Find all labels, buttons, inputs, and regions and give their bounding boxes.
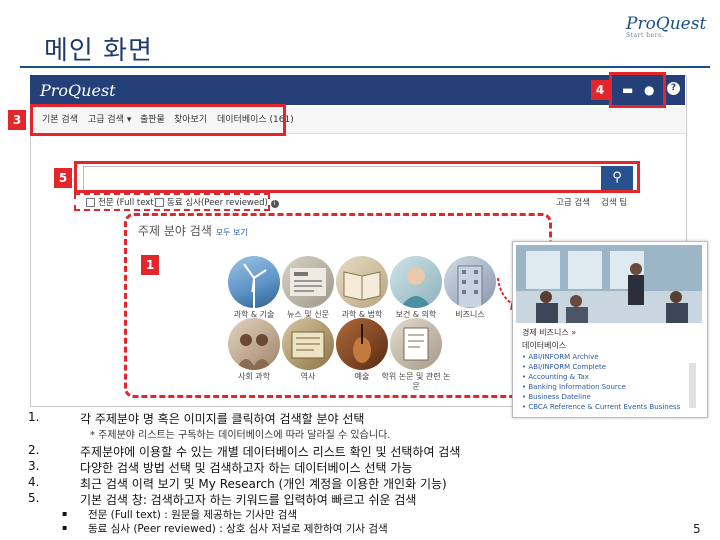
- bullet-icon: ▪: [62, 509, 68, 518]
- popup-scrollbar[interactable]: [689, 363, 696, 408]
- callout-number-5: 5: [54, 168, 72, 188]
- callout-box-4: [609, 72, 666, 108]
- app-topbar: [30, 75, 685, 105]
- help-icon[interactable]: ?: [667, 82, 680, 95]
- bullet-text: 동료 심사 (Peer reviewed) : 상호 심사 저널로 제한하여 기…: [88, 523, 388, 535]
- note-text: 다양한 검색 방법 선택 및 검색하고자 하는 데이터베이스 선택 가능: [80, 461, 413, 475]
- callout-box-3: [30, 104, 286, 136]
- popup-db-item[interactable]: • CBCA Reference & Current Events Busine…: [522, 403, 687, 411]
- callout-box-1: [124, 213, 552, 398]
- callout-number-1: 1: [141, 255, 159, 275]
- note-text: 각 주제분야 명 혹은 이미지를 클릭하여 검색할 분야 선택: [80, 412, 365, 426]
- note-subtext: * 주제분야 리스트는 구독하는 데이터베이스에 따라 달라질 수 있습니다.: [90, 430, 391, 441]
- title-rule: [20, 66, 710, 68]
- note-text: 주제분야에 이용할 수 있는 개별 데이터베이스 리스트 확인 및 선택하여 검…: [80, 445, 461, 459]
- proquest-logo: ProQuest Start here.: [626, 14, 706, 39]
- popup-db-item[interactable]: • Business Dateline: [522, 393, 591, 401]
- popup-db-item-label: Accounting & Tax: [528, 373, 589, 381]
- note-number: 2.: [28, 443, 40, 457]
- popup-db-item-label: ABI/INFORM Archive: [528, 353, 599, 361]
- info-icon[interactable]: i: [270, 200, 279, 208]
- bullet-icon: ▪: [62, 523, 68, 532]
- slide-title: 메인 화면: [44, 36, 153, 66]
- note-number: 3.: [28, 459, 40, 473]
- page-number: 5: [693, 522, 701, 536]
- popup-db-item-label: ABI/INFORM Complete: [528, 363, 607, 371]
- callout-number-4: 4: [591, 80, 609, 100]
- popup-title[interactable]: 경제 비즈니스 »: [522, 327, 576, 338]
- popup-db-item-label: CBCA Reference & Current Events Business: [528, 403, 681, 411]
- app-logo[interactable]: ProQuest: [40, 81, 116, 100]
- popup-db-item[interactable]: • ABI/INFORM Archive: [522, 353, 599, 361]
- popup-db-heading: 데이터베이스: [522, 341, 567, 350]
- note-number: 4.: [28, 475, 40, 489]
- callout-box-options: [74, 193, 270, 211]
- popup-db-item[interactable]: • ABI/INFORM Complete: [522, 363, 606, 371]
- note-number: 5.: [28, 491, 40, 505]
- advanced-search-link[interactable]: 고급 검색: [556, 196, 590, 208]
- popup-db-item[interactable]: • Banking Information Source: [522, 383, 626, 391]
- popup-db-item-label: Business Dateline: [528, 393, 591, 401]
- note-number: 1.: [28, 410, 40, 424]
- note-text: 기본 검색 창: 검색하고자 하는 키워드를 입력하여 빠르고 쉬운 검색: [80, 493, 417, 507]
- business-meeting-image: [516, 245, 702, 323]
- note-text: 최근 검색 이력 보기 및 My Research (개인 계정을 이용한 개인…: [80, 477, 447, 491]
- search-tips-link[interactable]: 검색 팁: [601, 196, 627, 208]
- callout-number-3: 3: [8, 110, 26, 130]
- proquest-logo-text: ProQuest: [626, 14, 707, 34]
- popup-db-item-label: Banking Information Source: [528, 383, 626, 391]
- bullet-text: 전문 (Full text) : 원문을 제공하는 기사만 검색: [88, 509, 298, 521]
- popup-db-item[interactable]: • Accounting & Tax: [522, 373, 589, 381]
- popup-photo: [516, 245, 702, 323]
- callout-box-5: [74, 161, 640, 193]
